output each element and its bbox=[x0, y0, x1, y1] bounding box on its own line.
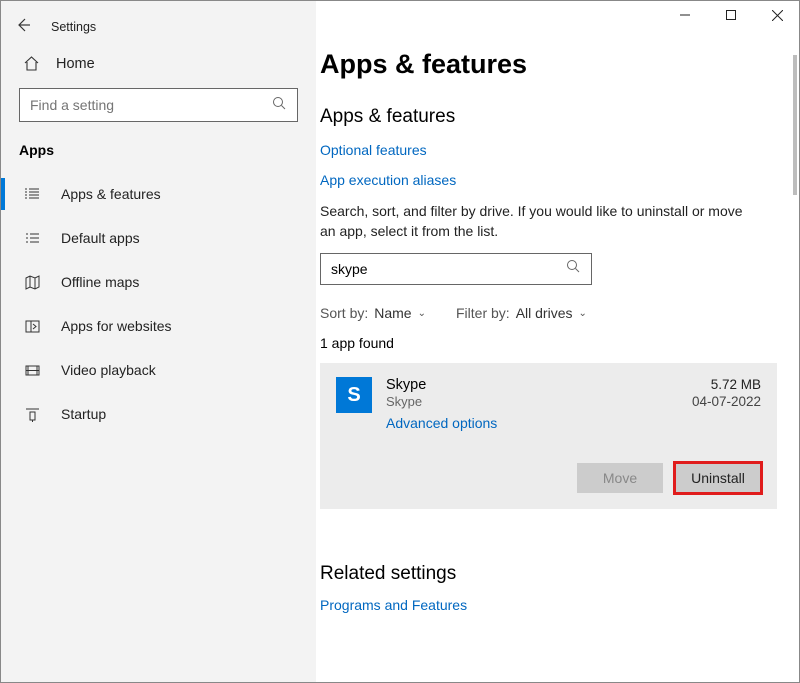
nav-item-label: Startup bbox=[61, 406, 106, 422]
nav-item-label: Offline maps bbox=[61, 274, 139, 290]
result-count: 1 app found bbox=[320, 335, 777, 351]
sort-filter-row: Sort by: Name ⌄ Filter by: All drives ⌄ bbox=[320, 305, 777, 321]
nav-default-apps[interactable]: Default apps bbox=[1, 216, 316, 260]
window-title: Settings bbox=[51, 20, 96, 34]
sidebar: Settings Home Apps Apps & features Defau… bbox=[1, 1, 316, 682]
app-icon-letter: S bbox=[347, 384, 360, 407]
nav-item-label: Default apps bbox=[61, 230, 140, 246]
startup-icon bbox=[23, 405, 41, 423]
link-programs-features[interactable]: Programs and Features bbox=[320, 597, 777, 613]
app-icon: S bbox=[336, 377, 372, 413]
app-name: Skype bbox=[386, 377, 692, 393]
nav-apps-features[interactable]: Apps & features bbox=[1, 172, 316, 216]
scrollbar[interactable] bbox=[793, 55, 797, 195]
nav-video-playback[interactable]: Video playback bbox=[1, 348, 316, 392]
move-button: Move bbox=[577, 463, 663, 493]
video-playback-icon bbox=[23, 361, 41, 379]
window-controls bbox=[662, 0, 800, 30]
home-icon bbox=[23, 55, 40, 72]
nav-startup[interactable]: Startup bbox=[1, 392, 316, 436]
maximize-button[interactable] bbox=[708, 0, 754, 30]
nav-item-label: Apps & features bbox=[61, 186, 161, 202]
section-subtitle: Apps & features bbox=[320, 106, 777, 128]
advanced-options-link[interactable]: Advanced options bbox=[386, 415, 497, 431]
nav-offline-maps[interactable]: Offline maps bbox=[1, 260, 316, 304]
sidebar-search[interactable] bbox=[19, 88, 298, 122]
app-search-box[interactable] bbox=[320, 253, 592, 285]
offline-maps-icon bbox=[23, 273, 41, 291]
nav-item-label: Video playback bbox=[61, 362, 156, 378]
nav-home[interactable]: Home bbox=[1, 45, 316, 78]
sort-control[interactable]: Sort by: Name ⌄ bbox=[320, 305, 426, 321]
description-text: Search, sort, and filter by drive. If yo… bbox=[320, 202, 750, 241]
nav-home-label: Home bbox=[56, 56, 95, 72]
apps-websites-icon bbox=[23, 317, 41, 335]
search-icon bbox=[566, 259, 581, 279]
filter-label: Filter by: bbox=[456, 305, 510, 321]
link-app-aliases[interactable]: App execution aliases bbox=[320, 172, 777, 188]
sort-label: Sort by: bbox=[320, 305, 368, 321]
search-icon bbox=[272, 96, 287, 114]
filter-value: All drives bbox=[516, 305, 573, 321]
chevron-down-icon: ⌄ bbox=[418, 308, 426, 319]
app-date: 04-07-2022 bbox=[692, 394, 761, 409]
settings-window: Settings Home Apps Apps & features Defau… bbox=[0, 0, 800, 683]
app-search-input[interactable] bbox=[331, 261, 566, 277]
sidebar-search-input[interactable] bbox=[30, 97, 272, 113]
nav-item-label: Apps for websites bbox=[61, 318, 172, 334]
default-apps-icon bbox=[23, 229, 41, 247]
sidebar-section-label: Apps bbox=[1, 136, 316, 172]
link-optional-features[interactable]: Optional features bbox=[320, 142, 777, 158]
app-size: 5.72 MB bbox=[711, 377, 761, 392]
back-button[interactable] bbox=[13, 17, 33, 38]
nav-apps-websites[interactable]: Apps for websites bbox=[1, 304, 316, 348]
chevron-down-icon: ⌄ bbox=[578, 308, 586, 319]
sort-value: Name bbox=[374, 305, 411, 321]
minimize-button[interactable] bbox=[662, 0, 708, 30]
app-card[interactable]: S Skype Skype Advanced options 5.72 MB 0… bbox=[320, 363, 777, 509]
apps-features-icon bbox=[23, 185, 41, 203]
filter-control[interactable]: Filter by: All drives ⌄ bbox=[456, 305, 587, 321]
uninstall-button[interactable]: Uninstall bbox=[675, 463, 761, 493]
app-publisher: Skype bbox=[386, 394, 692, 409]
related-settings-title: Related settings bbox=[320, 563, 777, 585]
main-panel: Apps & features Apps & features Optional… bbox=[316, 1, 799, 682]
close-button[interactable] bbox=[754, 0, 800, 30]
titlebar: Settings bbox=[1, 9, 316, 45]
page-title: Apps & features bbox=[320, 49, 777, 80]
